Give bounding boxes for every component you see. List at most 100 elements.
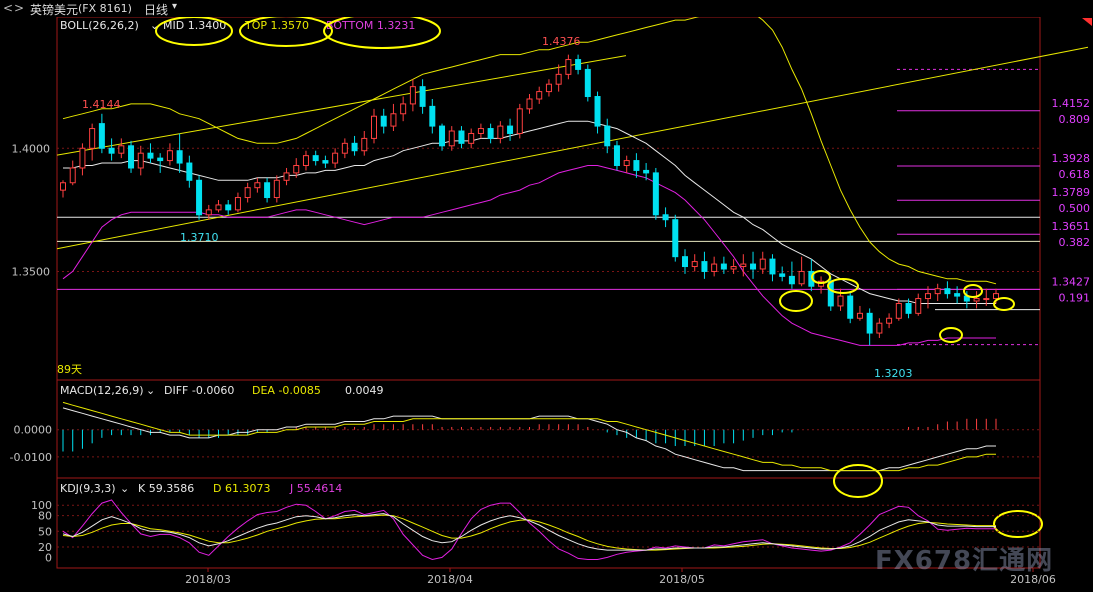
candle [643, 169, 650, 174]
candle [769, 258, 776, 275]
candle [944, 288, 951, 295]
fib-ratio-label: 0.500 [1059, 202, 1091, 215]
candle [147, 152, 154, 159]
candle [108, 147, 115, 154]
candle [779, 273, 786, 277]
candle [351, 142, 358, 152]
gbpusd-chart[interactable]: 1.4000 1.3500 1.4152 0.809 1.3928 0.618 1.3789… [0, 0, 1093, 592]
candle [633, 160, 640, 171]
fib-price-label: 1.4152 [1052, 97, 1091, 110]
macd-tick-label: -0.0100 [10, 451, 52, 464]
macd-diff-line [62, 407, 996, 472]
watermark-logo: FX678汇通网 [875, 546, 1054, 576]
candle [497, 125, 504, 139]
candle [371, 115, 377, 139]
candle [439, 125, 446, 147]
candle [254, 182, 261, 189]
price-tick-label: 1.3500 [12, 265, 51, 278]
candle [166, 150, 173, 162]
candle [545, 83, 552, 93]
candle [186, 162, 193, 181]
candle [847, 295, 854, 319]
fib-price-label: 1.3427 [1052, 275, 1091, 288]
candle [390, 113, 397, 127]
fib-ratio-label: 0.618 [1059, 168, 1091, 181]
candle [905, 302, 912, 314]
candle [662, 214, 669, 221]
candle [584, 68, 591, 98]
macd-dea-value: DEA -0.0085 [252, 384, 321, 397]
chevron-down-icon[interactable]: ▾ [172, 1, 177, 12]
candle [487, 128, 494, 139]
x-axis-label: 2018/03 [185, 573, 231, 586]
period-selector[interactable]: 日线 [144, 1, 168, 18]
candle [866, 312, 873, 334]
candle [682, 256, 688, 268]
highlight-ellipse [993, 510, 1043, 538]
candle [856, 312, 863, 319]
candle [973, 298, 980, 302]
symbol-name[interactable]: 英镑美元 [30, 1, 78, 18]
price-tick-label: 1.4000 [12, 142, 51, 155]
kdj-j-line [62, 499, 996, 561]
candle [526, 98, 533, 110]
candle [477, 128, 484, 134]
left-high-label: 1.4144 [82, 98, 121, 111]
candle [934, 288, 941, 295]
candle [176, 150, 183, 164]
candle [565, 59, 572, 75]
low2-price-label: 1.3203 [874, 367, 913, 380]
boll-bottom-band [62, 165, 996, 346]
candle [332, 152, 339, 164]
candle [322, 160, 329, 164]
fib-ratio-label: 0.809 [1059, 113, 1091, 126]
highlight-ellipse [779, 290, 813, 312]
candle [302, 155, 309, 167]
chevron-down-icon: ⌄ [120, 482, 129, 495]
candle [128, 145, 135, 169]
high-price-label: 1.4376 [542, 35, 581, 48]
candle [118, 145, 125, 154]
candle [837, 295, 844, 307]
boll-bottom-value: BOTTOM 1.3231 [326, 19, 415, 32]
fib-ratio-label: 0.382 [1059, 236, 1091, 249]
candle [993, 293, 999, 300]
candle [400, 103, 407, 115]
macd-tick-label: 0.0000 [14, 424, 53, 437]
candle [730, 266, 737, 270]
boll-mid-value: MID 1.3400 [163, 19, 226, 32]
candle [79, 147, 86, 169]
candle [915, 298, 922, 314]
candle [886, 317, 893, 324]
candle [215, 204, 222, 211]
candle [701, 261, 708, 272]
candle [283, 172, 290, 181]
candle [89, 128, 96, 149]
candle [380, 115, 387, 127]
candle [983, 298, 990, 301]
candle [788, 275, 795, 285]
candle [468, 132, 475, 144]
candle [341, 142, 348, 154]
kdj-k-value: K 59.3586 [138, 482, 194, 495]
candle [244, 187, 251, 199]
kdj-tick-label: 50 [38, 525, 52, 538]
candle [623, 160, 630, 167]
candle [672, 219, 679, 258]
candle [98, 123, 105, 149]
candle [419, 86, 426, 107]
trend-channel-upper [56, 55, 627, 156]
candle [225, 204, 232, 211]
highlight-ellipse [993, 297, 1015, 311]
nav-forward-button[interactable]: > [14, 1, 24, 15]
kdj-tick-label: 0 [45, 551, 52, 564]
nav-back-button[interactable]: < [3, 1, 13, 15]
candle [312, 155, 319, 162]
candle [555, 73, 562, 85]
candle [409, 86, 416, 105]
boll-panel-frame [56, 16, 1041, 381]
candle [361, 137, 368, 152]
candle [157, 157, 164, 162]
symbol-code: (FX 8161) [78, 2, 132, 15]
kdj-tick-label: 80 [38, 510, 52, 523]
